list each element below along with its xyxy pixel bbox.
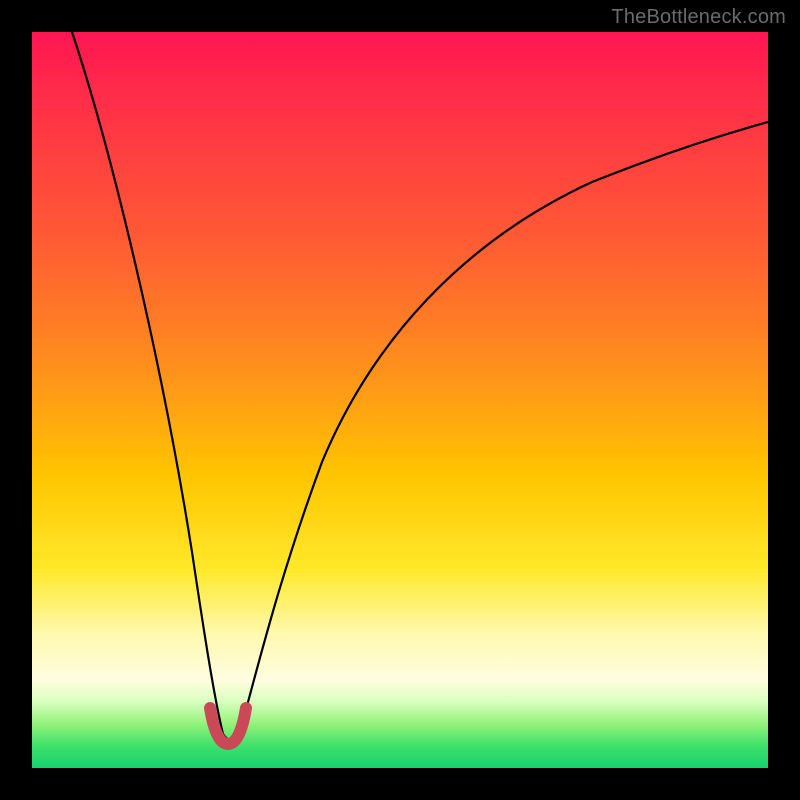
plot-area: [32, 32, 768, 768]
watermark-text: TheBottleneck.com: [611, 6, 786, 29]
chart-svg: [32, 32, 768, 768]
trough-highlight: [210, 708, 246, 744]
bottleneck-curve: [72, 32, 768, 740]
outer-frame: TheBottleneck.com: [0, 0, 800, 800]
